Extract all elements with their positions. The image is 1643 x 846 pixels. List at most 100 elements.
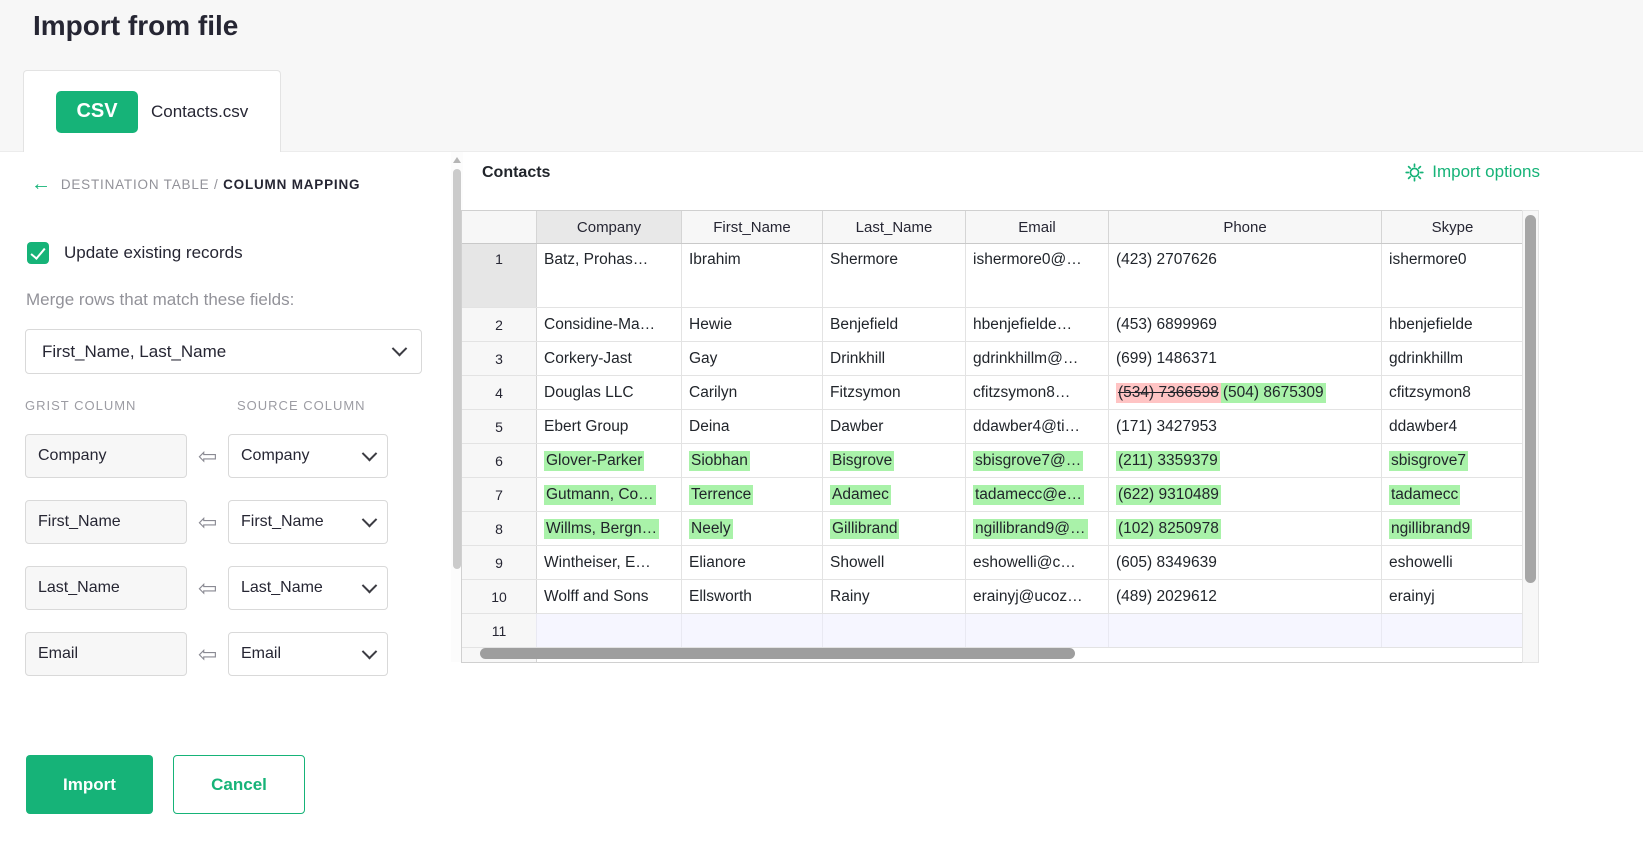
file-tab[interactable]: CSV Contacts.csv <box>23 70 281 152</box>
cell-last_name[interactable]: Adamec <box>823 478 966 511</box>
cell-email[interactable]: sbisgrove7@… <box>966 444 1109 477</box>
cell-skype[interactable]: tadamecc <box>1382 478 1523 511</box>
cell-last_name[interactable] <box>823 614 966 647</box>
row-number[interactable]: 4 <box>462 376 537 409</box>
source-column-select[interactable]: Last_Name <box>228 566 388 610</box>
merge-fields-select[interactable]: First_Name, Last_Name <box>25 329 422 374</box>
cell-first_name[interactable]: Siobhan <box>682 444 823 477</box>
cell-last_name[interactable]: Bisgrove <box>823 444 966 477</box>
cell-phone[interactable]: (171) 3427953 <box>1109 410 1382 443</box>
source-column-select[interactable]: First_Name <box>228 500 388 544</box>
cell-phone[interactable]: (211) 3359379 <box>1109 444 1382 477</box>
cell-skype[interactable]: erainyj <box>1382 580 1523 613</box>
row-number[interactable]: 1 <box>462 244 537 307</box>
cell-first_name[interactable]: Neely <box>682 512 823 545</box>
row-number[interactable]: 6 <box>462 444 537 477</box>
cell-company[interactable]: Corkery-Jast <box>537 342 682 375</box>
back-arrow-icon[interactable]: ← <box>31 174 52 194</box>
scroll-up-arrow-icon[interactable] <box>453 157 461 163</box>
source-column-select[interactable]: Company <box>228 434 388 478</box>
cell-last_name[interactable]: Dawber <box>823 410 966 443</box>
column-header-last_name[interactable]: Last_Name <box>823 211 966 243</box>
cell-phone[interactable]: (102) 8250978 <box>1109 512 1382 545</box>
cell-last_name[interactable]: Shermore <box>823 244 966 307</box>
cell-skype[interactable] <box>1382 614 1523 647</box>
cell-company[interactable]: Wolff and Sons <box>537 580 682 613</box>
cell-phone[interactable]: (622) 9310489 <box>1109 478 1382 511</box>
cell-company[interactable]: Douglas LLC <box>537 376 682 409</box>
grist-column-field[interactable]: Last_Name <box>25 566 187 610</box>
import-options-link[interactable]: Import options <box>1405 162 1540 182</box>
cell-company[interactable] <box>537 614 682 647</box>
cell-first_name[interactable] <box>682 614 823 647</box>
cell-company[interactable]: Batz, Prohas… <box>537 244 682 307</box>
cell-email[interactable]: erainyj@ucoz… <box>966 580 1109 613</box>
cell-first_name[interactable]: Terrence <box>682 478 823 511</box>
cell-last_name[interactable]: Rainy <box>823 580 966 613</box>
column-header-company[interactable]: Company <box>537 211 682 243</box>
cell-skype[interactable]: ddawber4 <box>1382 410 1523 443</box>
cell-last_name[interactable]: Drinkhill <box>823 342 966 375</box>
cell-last_name[interactable]: Benjefield <box>823 308 966 341</box>
preview-horizontal-scrollbar[interactable] <box>480 648 1075 659</box>
update-existing-records-checkbox[interactable] <box>27 242 49 264</box>
cell-first_name[interactable]: Gay <box>682 342 823 375</box>
cell-email[interactable]: ddawber4@ti… <box>966 410 1109 443</box>
row-number[interactable]: 11 <box>462 614 537 647</box>
cell-email[interactable]: gdrinkhillm@… <box>966 342 1109 375</box>
cell-skype[interactable]: sbisgrove7 <box>1382 444 1523 477</box>
breadcrumb-destination-table[interactable]: DESTINATION TABLE <box>61 177 210 192</box>
source-column-select[interactable]: Email <box>228 632 388 676</box>
cell-phone[interactable]: (453) 6899969 <box>1109 308 1382 341</box>
cell-skype[interactable]: hbenjefielde <box>1382 308 1523 341</box>
cell-phone[interactable]: (699) 1486371 <box>1109 342 1382 375</box>
row-number[interactable]: 7 <box>462 478 537 511</box>
row-number[interactable]: 5 <box>462 410 537 443</box>
cancel-button[interactable]: Cancel <box>173 755 305 814</box>
cell-first_name[interactable]: Ellsworth <box>682 580 823 613</box>
grist-column-field[interactable]: Company <box>25 434 187 478</box>
cell-skype[interactable]: eshowelli <box>1382 546 1523 579</box>
cell-first_name[interactable]: Hewie <box>682 308 823 341</box>
cell-phone[interactable]: (423) 2707626 <box>1109 244 1382 307</box>
cell-last_name[interactable]: Fitzsymon <box>823 376 966 409</box>
cell-skype[interactable]: ishermore0 <box>1382 244 1523 307</box>
cell-phone[interactable]: (605) 8349639 <box>1109 546 1382 579</box>
cell-company[interactable]: Glover-Parker <box>537 444 682 477</box>
cell-phone[interactable]: (489) 2029612 <box>1109 580 1382 613</box>
cell-company[interactable]: Ebert Group <box>537 410 682 443</box>
update-existing-records-row[interactable]: Update existing records <box>27 242 243 264</box>
row-number[interactable]: 10 <box>462 580 537 613</box>
cell-phone[interactable]: (534) 7366598(504) 8675309 <box>1109 376 1382 409</box>
cell-company[interactable]: Wintheiser, E… <box>537 546 682 579</box>
cell-first_name[interactable]: Ibrahim <box>682 244 823 307</box>
cell-email[interactable]: ngillibrand9@… <box>966 512 1109 545</box>
preview-vscrollbar-thumb[interactable] <box>1525 215 1536 583</box>
column-header-email[interactable]: Email <box>966 211 1109 243</box>
cell-last_name[interactable]: Gillibrand <box>823 512 966 545</box>
column-header-phone[interactable]: Phone <box>1109 211 1382 243</box>
cell-email[interactable]: cfitzsymon8… <box>966 376 1109 409</box>
cell-email[interactable]: tadamecc@e… <box>966 478 1109 511</box>
grist-column-field[interactable]: First_Name <box>25 500 187 544</box>
cell-first_name[interactable]: Carilyn <box>682 376 823 409</box>
cell-first_name[interactable]: Deina <box>682 410 823 443</box>
column-header-first_name[interactable]: First_Name <box>682 211 823 243</box>
cell-email[interactable]: ishermore0@… <box>966 244 1109 307</box>
left-scrollbar-thumb[interactable] <box>453 169 461 569</box>
cell-email[interactable]: eshowelli@c… <box>966 546 1109 579</box>
cell-first_name[interactable]: Elianore <box>682 546 823 579</box>
row-number[interactable]: 8 <box>462 512 537 545</box>
cell-company[interactable]: Willms, Bergn… <box>537 512 682 545</box>
row-number[interactable]: 2 <box>462 308 537 341</box>
column-header-skype[interactable]: Skype <box>1382 211 1523 243</box>
cell-company[interactable]: Considine-Ma… <box>537 308 682 341</box>
cell-skype[interactable]: gdrinkhillm <box>1382 342 1523 375</box>
cell-email[interactable] <box>966 614 1109 647</box>
cell-email[interactable]: hbenjefielde… <box>966 308 1109 341</box>
preview-vertical-scrollbar[interactable] <box>1522 210 1539 663</box>
import-button[interactable]: Import <box>26 755 153 814</box>
cell-last_name[interactable]: Showell <box>823 546 966 579</box>
grid-corner-cell[interactable] <box>462 211 537 243</box>
cell-phone[interactable] <box>1109 614 1382 647</box>
